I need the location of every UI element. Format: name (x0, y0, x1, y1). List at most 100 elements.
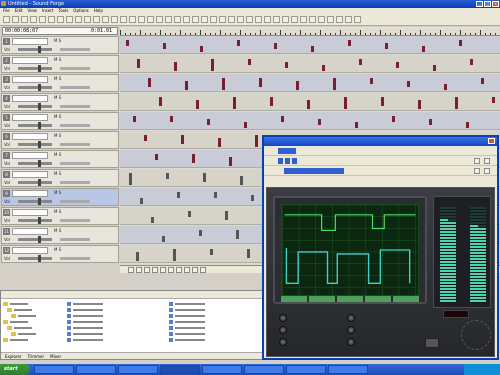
audio-event[interactable] (188, 211, 191, 217)
track-mute-solo[interactable]: M S (54, 114, 61, 119)
audio-event[interactable] (407, 81, 410, 87)
audio-event[interactable] (333, 84, 336, 90)
pan-slider[interactable] (60, 105, 90, 108)
toolbar-button[interactable] (183, 16, 190, 23)
minimize-button[interactable]: _ (476, 1, 483, 7)
track-name-field[interactable] (12, 152, 48, 159)
toolbar-button[interactable] (336, 16, 343, 23)
toolbar-button[interactable] (102, 16, 109, 23)
file-list[interactable] (67, 301, 267, 351)
track-header[interactable]: 1 M S Vol (1, 36, 119, 54)
transport-button[interactable] (168, 267, 174, 273)
volume-fader[interactable] (18, 179, 52, 186)
track-mute-solo[interactable]: M S (54, 247, 61, 252)
audio-event[interactable] (255, 135, 258, 141)
taskbar-item-6[interactable] (244, 365, 284, 374)
volume-fader[interactable] (18, 46, 52, 53)
track-mute-solo[interactable]: M S (54, 95, 61, 100)
audio-event[interactable] (418, 103, 421, 109)
toolbar-button[interactable] (273, 16, 280, 23)
toolbar-button[interactable] (93, 16, 100, 23)
fx-slot-2[interactable] (285, 158, 290, 164)
track-mute-solo[interactable]: M S (54, 133, 61, 138)
transport-button[interactable] (160, 267, 166, 273)
toolbar-button[interactable] (345, 16, 352, 23)
pan-slider[interactable] (60, 86, 90, 89)
plugin-close-button[interactable] (488, 138, 495, 144)
timeline-ruler[interactable] (120, 27, 500, 36)
audio-event[interactable] (459, 40, 462, 46)
fx-slot-1[interactable] (278, 158, 283, 164)
volume-fader[interactable] (18, 141, 52, 148)
audio-event[interactable] (133, 116, 136, 122)
pan-slider[interactable] (60, 219, 90, 222)
toolbar-button[interactable] (237, 16, 244, 23)
close-button[interactable]: × (492, 1, 499, 7)
taskbar-item-8[interactable] (328, 365, 368, 374)
audio-event[interactable] (492, 97, 495, 103)
audio-event[interactable] (151, 217, 154, 223)
audio-event[interactable] (211, 59, 214, 65)
audio-event[interactable] (126, 40, 129, 46)
audio-event[interactable] (203, 176, 206, 182)
track-lane[interactable] (120, 36, 500, 54)
transport-button[interactable] (200, 267, 206, 273)
transport-button[interactable] (128, 267, 134, 273)
track-header[interactable]: 10 M S Vol (1, 207, 119, 225)
pan-slider[interactable] (60, 181, 90, 184)
plugin-delete-button[interactable] (484, 158, 490, 164)
bypass-button[interactable] (425, 338, 439, 348)
fx-chain-button[interactable] (278, 148, 296, 154)
audio-event[interactable] (429, 119, 432, 125)
track-mute-solo[interactable]: M S (54, 209, 61, 214)
track-name-field[interactable] (12, 38, 48, 45)
toolbar-button[interactable] (84, 16, 91, 23)
track-name-field[interactable] (12, 133, 48, 140)
toolbar-button[interactable] (174, 16, 181, 23)
toolbar-button[interactable] (66, 16, 73, 23)
transport-button[interactable] (192, 267, 198, 273)
preset-delete-button[interactable] (484, 168, 490, 174)
toolbar-button[interactable] (255, 16, 262, 23)
toolbar-button[interactable] (165, 16, 172, 23)
audio-event[interactable] (233, 97, 236, 103)
audio-event[interactable] (247, 252, 250, 258)
fx-slot-3[interactable] (292, 158, 297, 164)
audio-event[interactable] (137, 62, 140, 68)
audio-event[interactable] (370, 78, 373, 84)
audio-event[interactable] (129, 173, 132, 179)
toolbar-button[interactable] (3, 16, 10, 23)
toolbar-button[interactable] (219, 16, 226, 23)
audio-event[interactable] (211, 65, 214, 71)
pan-slider[interactable] (60, 238, 90, 241)
toolbar-button[interactable] (246, 16, 253, 23)
audio-event[interactable] (248, 59, 251, 65)
tab-mixer[interactable]: Mixer (50, 353, 61, 359)
track-name-field[interactable] (12, 57, 48, 64)
knob-6[interactable] (347, 338, 355, 346)
taskbar-item-4[interactable] (160, 365, 200, 374)
audio-event[interactable] (148, 81, 151, 87)
toolbar-button[interactable] (147, 16, 154, 23)
audio-event[interactable] (359, 59, 362, 65)
audio-event[interactable] (207, 119, 210, 125)
audio-event[interactable] (237, 40, 240, 46)
track-header[interactable]: 3 M S Vol (1, 74, 119, 92)
audio-event[interactable] (166, 173, 169, 179)
audio-event[interactable] (200, 46, 203, 52)
audio-event[interactable] (170, 116, 173, 122)
audio-event[interactable] (229, 160, 232, 166)
audio-event[interactable] (281, 116, 284, 122)
audio-event[interactable] (199, 230, 202, 236)
audio-event[interactable] (433, 65, 436, 71)
audio-event[interactable] (444, 84, 447, 90)
maximize-button[interactable]: □ (484, 1, 491, 7)
audio-event[interactable] (222, 78, 225, 84)
pan-slider[interactable] (60, 200, 90, 203)
track-lane[interactable] (120, 55, 500, 73)
pan-slider[interactable] (60, 67, 90, 70)
track-mute-solo[interactable]: M S (54, 38, 61, 43)
volume-fader[interactable] (18, 160, 52, 167)
audio-event[interactable] (481, 78, 484, 84)
toolbar-button[interactable] (309, 16, 316, 23)
